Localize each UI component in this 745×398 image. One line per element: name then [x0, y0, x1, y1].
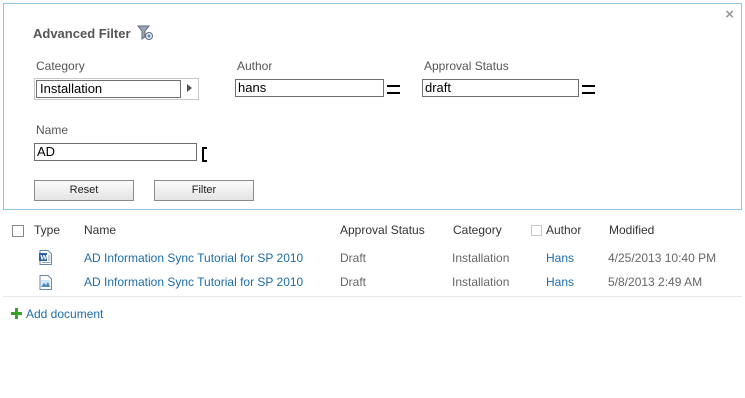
approval-status-label: Approval Status [424, 59, 509, 73]
equals-operator-icon [582, 85, 595, 94]
approval-status-input[interactable]: draft [422, 79, 579, 97]
panel-title: Advanced Filter [33, 25, 154, 41]
filter-button[interactable]: Filter [154, 180, 254, 201]
word-document-icon[interactable]: W [39, 250, 52, 265]
advanced-filter-panel: × Advanced Filter Category Installation … [3, 3, 742, 210]
column-header-author[interactable]: Author [546, 223, 581, 237]
add-plus-icon[interactable] [11, 308, 22, 319]
chevron-right-icon[interactable] [187, 84, 192, 92]
add-document-link[interactable]: Add document [26, 307, 103, 321]
bracket-operator-icon [202, 147, 207, 162]
reset-button[interactable]: Reset [34, 180, 134, 201]
author-label: Author [237, 59, 273, 73]
list-item-category: Installation [452, 251, 510, 265]
author-column-checkbox[interactable] [531, 225, 542, 236]
select-all-checkbox[interactable] [12, 225, 24, 237]
column-header-approval-status[interactable]: Approval Status [340, 223, 425, 237]
list-item-modified: 5/8/2013 2:49 AM [608, 275, 703, 289]
category-select[interactable]: Installation [34, 78, 199, 100]
list-item-name-link[interactable]: AD Information Sync Tutorial for SP 2010 [84, 275, 303, 289]
image-document-icon[interactable] [39, 275, 52, 290]
column-header-modified[interactable]: Modified [609, 223, 654, 237]
column-header-type[interactable]: Type [34, 223, 60, 237]
list-item-approval-status: Draft [340, 275, 367, 289]
column-header-category[interactable]: Category [453, 223, 502, 237]
list-divider [3, 296, 742, 297]
list-item-category: Installation [452, 275, 510, 289]
panel-title-text: Advanced Filter [33, 25, 131, 41]
svg-text:W: W [40, 254, 47, 262]
equals-operator-icon [387, 85, 400, 94]
list-item-author-link[interactable]: Hans [546, 275, 574, 289]
name-input[interactable]: AD [34, 143, 197, 161]
name-label: Name [36, 123, 69, 137]
category-select-value: Installation [36, 80, 181, 98]
column-header-name[interactable]: Name [84, 223, 116, 237]
list-item-author-link[interactable]: Hans [546, 251, 574, 265]
list-item-approval-status: Draft [340, 251, 367, 265]
author-input[interactable]: hans [235, 79, 384, 97]
list-item-modified: 4/25/2013 10:40 PM [608, 251, 717, 265]
list-item-name-link[interactable]: AD Information Sync Tutorial for SP 2010 [84, 251, 303, 265]
close-icon[interactable]: × [725, 7, 734, 22]
category-label: Category [36, 59, 85, 73]
filter-funnel-icon [136, 25, 153, 40]
